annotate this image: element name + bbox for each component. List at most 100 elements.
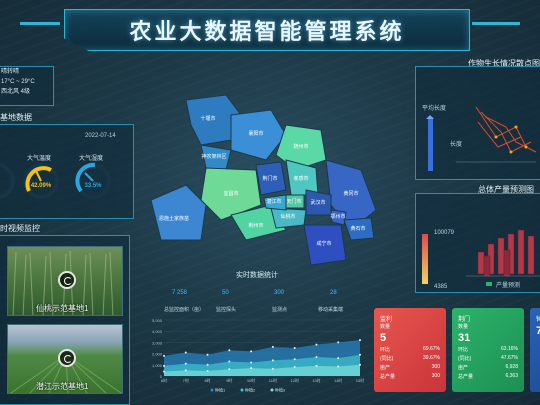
- video-feed-2[interactable]: 潜江示范基地1: [7, 324, 123, 394]
- x-tick-label: 8时: [204, 377, 210, 383]
- growth-axis-label: 平均长度: [422, 106, 447, 112]
- yield-bottom-value: 4385: [434, 284, 448, 290]
- stat-value-mobile: 28: [330, 290, 337, 296]
- region-card-jianli[interactable]: 监利 数量 5 环比 69.67% (同比) 39.67% 亩产 300 总产量 300: [374, 308, 446, 392]
- series-point: [228, 368, 231, 371]
- card-row-value: 69.67%: [423, 346, 440, 352]
- map-region-label: 恩施土家族苗: [159, 215, 189, 222]
- weather-condition: 晴转晴: [1, 69, 20, 75]
- series-point: [315, 364, 318, 367]
- base-data-panel: 2022-07-14 大气温度 大气湿度 42.09% 33.5%: [0, 124, 134, 219]
- video-caption-2: 潜江示范基地1: [36, 382, 89, 391]
- card-sub: 数量: [458, 324, 469, 330]
- legend-label: 种植1: [215, 387, 226, 393]
- play-icon[interactable]: [58, 271, 76, 289]
- map-region-label: 武汉市: [310, 199, 325, 206]
- series-point: [184, 362, 187, 365]
- card-sub: 数量: [380, 324, 391, 330]
- card-title: 荆门: [458, 317, 471, 323]
- x-tick-label: 6时: [161, 377, 167, 383]
- map-region-label: 随州市: [293, 143, 308, 150]
- card-value: 5: [380, 332, 387, 344]
- area-line-chart: 5,0004,0003,0002,0001,00006时 7时 8时 9时 10时 11时…: [152, 318, 364, 393]
- realtime-title: 实时数据统计: [236, 272, 278, 279]
- weather-temp: 17°C ~ 29°C: [1, 79, 35, 85]
- series-point: [271, 359, 274, 362]
- series-point: [184, 369, 187, 372]
- legend-label: 种植3: [275, 387, 286, 393]
- series-point: [315, 355, 318, 358]
- card-value: 7: [536, 325, 540, 337]
- video-caption-1: 仙桃示范基地1: [36, 304, 89, 313]
- series-point: [337, 365, 340, 368]
- play-icon[interactable]: [58, 349, 76, 367]
- series-point: [250, 367, 253, 370]
- y-tick-label: 4,000: [152, 329, 163, 334]
- card-row-value: 300: [431, 373, 440, 379]
- map-region-label: 仙桃市: [280, 213, 295, 220]
- video-feed-1[interactable]: 仙桃示范基地1: [7, 246, 123, 316]
- growth-sub-label: 长度: [450, 142, 463, 148]
- weather-wind: 西北风 4级: [1, 89, 31, 95]
- y-tick-label: 3,000: [152, 340, 163, 345]
- series-point: [293, 358, 296, 361]
- base-panel-title: 基地数据: [0, 113, 32, 122]
- y-tick-label: 2,000: [152, 352, 163, 357]
- card-row-label: 总产量: [380, 374, 396, 380]
- card-row-label: 环比: [380, 347, 391, 353]
- region-enshi[interactable]: [150, 184, 207, 241]
- yield-top-value: 100079: [434, 230, 455, 236]
- series-point: [359, 363, 361, 366]
- map-region-label: 十堰市: [200, 115, 215, 122]
- card-row-value: 39.67%: [423, 355, 440, 361]
- card-row-value: 6,363: [505, 373, 518, 379]
- growth-panel: 平均长度 长度: [415, 66, 540, 180]
- series-point: [359, 339, 361, 342]
- legend-swatch: [270, 388, 274, 392]
- card-row-label: 亩产: [380, 365, 391, 371]
- yield-legend: 产量预测: [496, 283, 521, 289]
- province-map: 十堰市襄阳市随州市神农架林区荆门市 孝感市黄冈市恩施土家族苗 宜昌市天门市 武汉市荆州…: [150, 94, 377, 266]
- legend-label: 种植2: [245, 387, 256, 393]
- map-region-label: 襄阳市: [248, 130, 263, 137]
- map-region-label: 宜昌市: [223, 190, 238, 197]
- series-point: [271, 367, 274, 370]
- series-point: [337, 341, 340, 344]
- x-tick-label: 10时: [247, 377, 255, 383]
- map-region-label: 荆门市: [262, 175, 277, 182]
- map-region-label: 孝感市: [293, 175, 308, 182]
- stat-label-points: 监测点: [272, 307, 288, 313]
- gauge-value-1: 42.09%: [30, 183, 52, 189]
- stat-label-cameras: 监控探头: [216, 307, 237, 313]
- series-point: [206, 363, 209, 366]
- card-row-value: 6,928: [505, 364, 518, 370]
- card-title: 钟: [536, 317, 540, 323]
- x-tick-label: 11时: [269, 377, 277, 383]
- series-point: [184, 351, 187, 354]
- map-region-label: 黄石市: [350, 225, 365, 232]
- y-tick-label: 1,000: [152, 363, 163, 368]
- card-row-label: (同比): [380, 356, 394, 362]
- stat-label-mobile: 移动采集端: [318, 307, 344, 313]
- gauge-humidity-2: 33.5%: [73, 161, 113, 201]
- series-point: [206, 369, 209, 372]
- card-row-label: 总产量: [458, 374, 474, 380]
- yield-panel: 100079 4385 产量预测: [415, 193, 540, 293]
- card-row-label: 环比: [458, 347, 469, 353]
- region-card-partial[interactable]: 钟 7: [530, 308, 540, 392]
- map-region-label: 潜江市: [266, 198, 281, 205]
- stat-value-area: 7 258: [172, 290, 188, 296]
- series-point: [359, 353, 361, 356]
- gauge-value-2: 33.5%: [84, 183, 102, 189]
- region-card-jingmen[interactable]: 荆门 数量 31 环比 63.16% (同比) 47.67% 亩产 6,928 总产量…: [452, 308, 524, 392]
- series-point: [250, 361, 253, 364]
- y-tick-label: 5,000: [152, 318, 163, 323]
- card-row-label: (同比): [458, 356, 472, 362]
- video-panel-title: 时视频监控: [0, 224, 40, 233]
- card-row-value: 300: [431, 364, 440, 370]
- base-date: 2022-07-14: [85, 133, 116, 139]
- series-point: [206, 353, 209, 356]
- card-title: 监利: [380, 317, 393, 323]
- stat-value-cameras: 50: [222, 290, 229, 296]
- x-tick-label: 12时: [290, 377, 298, 383]
